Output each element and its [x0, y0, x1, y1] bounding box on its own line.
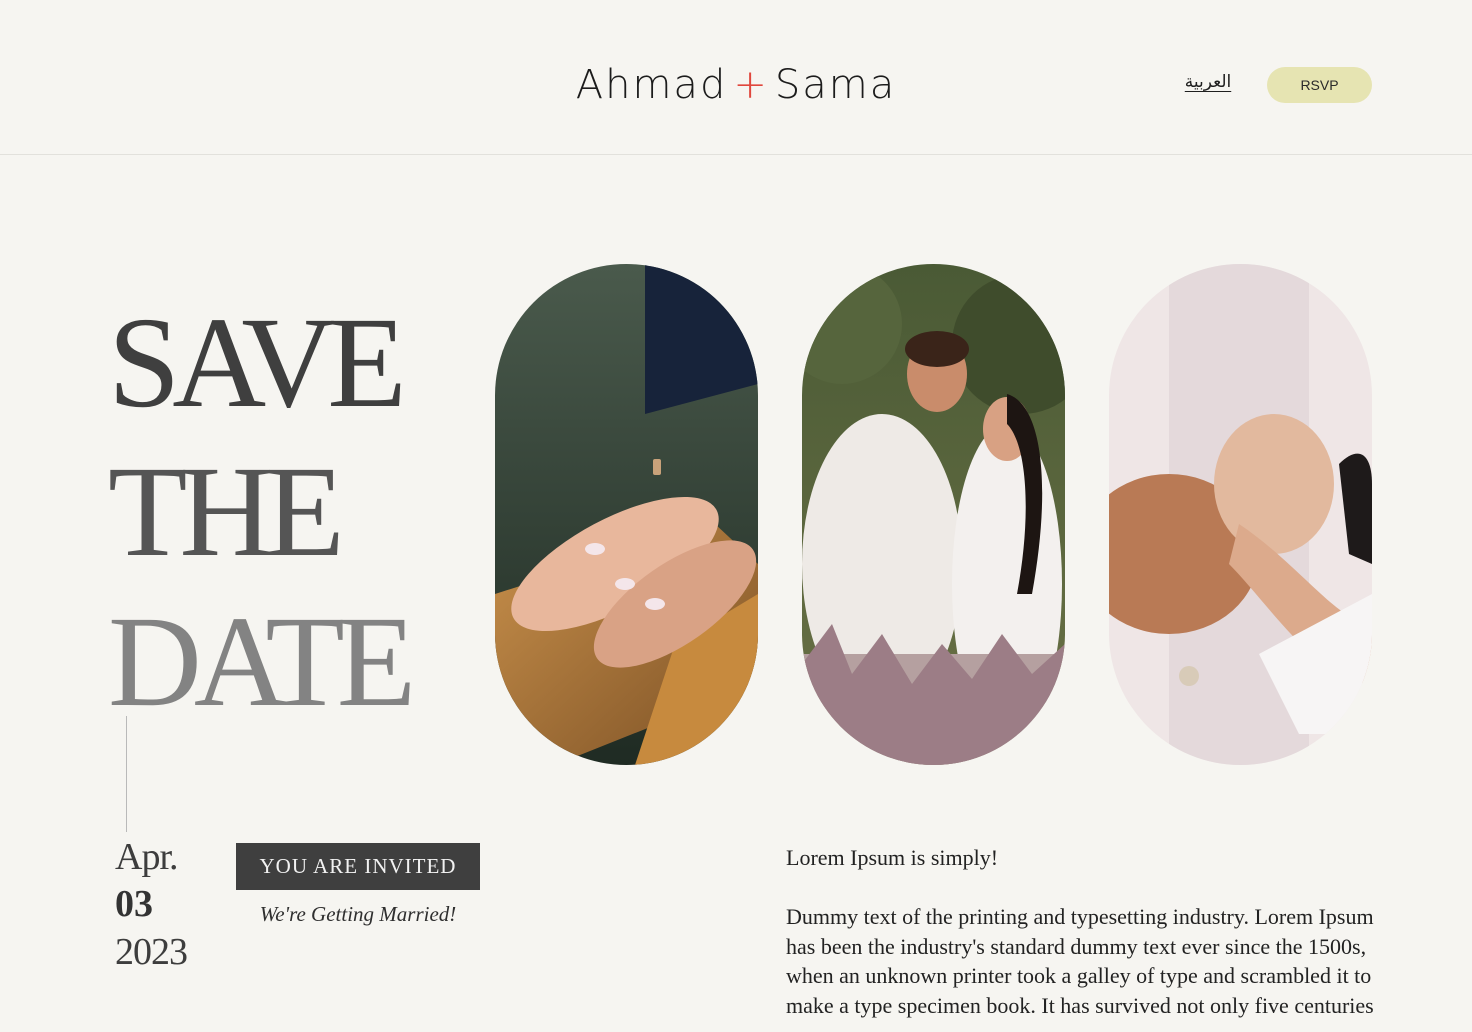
site-header: Ahmad + Sama العربية RSVP — [0, 0, 1472, 155]
couple-garden-image — [802, 264, 1065, 765]
photo-holding-hands — [1109, 264, 1372, 765]
holding-hands-image — [1109, 264, 1372, 765]
brand-name-right: Sama — [774, 62, 897, 108]
brand-name-left: Ahmad — [575, 62, 728, 108]
photo-couple-garden — [802, 264, 1065, 765]
rsvp-button[interactable]: RSVP — [1267, 67, 1372, 103]
hero-line-save: SAVE — [108, 291, 407, 435]
hands-rings-image — [495, 264, 758, 765]
content-body: Dummy text of the printing and typesetti… — [786, 904, 1374, 1018]
event-day: 03 — [115, 883, 153, 925]
brand-plus: + — [733, 62, 769, 108]
photo-hands-rings — [495, 264, 758, 765]
language-switch-link[interactable]: العربية — [1172, 72, 1244, 92]
content-lead: Lorem Ipsum is simply! — [786, 845, 999, 870]
hero-line-date: DATE — [108, 590, 416, 734]
couple-names-logo[interactable]: Ahmad + Sama — [0, 62, 1472, 108]
invited-badge: YOU ARE INVITED — [236, 843, 480, 890]
hero-line-the: THE — [108, 440, 345, 584]
event-year: 2023 — [115, 931, 188, 973]
vertical-divider — [126, 716, 127, 832]
event-month: Apr. — [115, 836, 178, 878]
married-tagline: We're Getting Married! — [259, 902, 457, 926]
